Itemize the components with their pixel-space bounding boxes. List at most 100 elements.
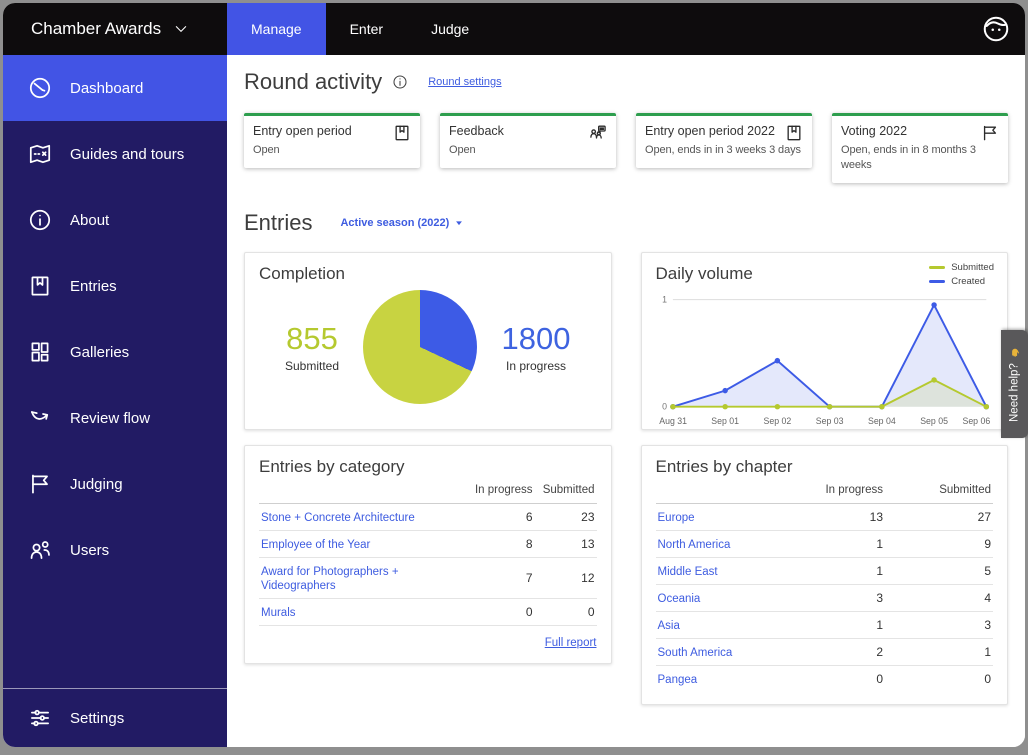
in-progress-value: 13	[777, 503, 885, 530]
chapter-link[interactable]: North America	[658, 539, 731, 551]
svg-text:Sep 04: Sep 04	[867, 416, 895, 426]
sidebar-item-users[interactable]: Users	[3, 517, 227, 583]
column-header-submitted: Submitted	[885, 479, 993, 504]
round-activity-title: Round activity	[244, 69, 382, 95]
top-tab-judge[interactable]: Judge	[407, 3, 493, 55]
round-activity-card[interactable]: Entry open period Open	[244, 113, 420, 168]
column-header-submitted: Submitted	[535, 479, 597, 504]
submitted-value: 12	[535, 557, 597, 598]
in-progress-value: 8	[473, 530, 535, 557]
in-progress-value: 1	[777, 611, 885, 638]
round-activity-card[interactable]: Voting 2022 Open, ends in in 8 months 3 w…	[832, 113, 1008, 183]
full-report-link[interactable]: Full report	[545, 637, 597, 649]
table-row: Stone + Concrete Architecture 623	[259, 503, 597, 530]
sidebar-item-about[interactable]: About	[3, 187, 227, 253]
category-table: In progress Submitted Stone + Concrete A…	[259, 479, 597, 626]
card-status: Open, ends in in 3 weeks 3 days	[645, 143, 803, 158]
in-progress-value: 6	[473, 503, 535, 530]
daily-volume-panel: Daily volume SubmittedCreated 01Aug 31Se…	[641, 252, 1009, 430]
chapter-link[interactable]: Pangea	[658, 674, 698, 686]
submitted-value: 9	[885, 530, 993, 557]
sidebar-item-judging[interactable]: Judging	[3, 451, 227, 517]
legend-item: Submitted	[929, 262, 994, 273]
card-status: Open, ends in in 8 months 3 weeks	[841, 143, 999, 173]
round-activity-header: Round activity Round settings	[244, 69, 1008, 95]
dashboard-icon	[27, 75, 53, 101]
submitted-label: Submitted	[285, 359, 339, 373]
chapter-link[interactable]: South America	[658, 647, 733, 659]
submitted-value: 27	[885, 503, 993, 530]
category-link[interactable]: Murals	[261, 607, 296, 619]
submitted-value: 5	[885, 557, 993, 584]
chapter-link[interactable]: Oceania	[658, 593, 701, 605]
need-help-label: Need help?	[1009, 364, 1021, 423]
category-link[interactable]: Stone + Concrete Architecture	[261, 512, 415, 524]
submitted-value: 23	[535, 503, 597, 530]
top-tab-manage[interactable]: Manage	[227, 3, 326, 55]
book-icon	[27, 273, 53, 299]
season-selector[interactable]: Active season (2022)	[340, 217, 464, 229]
chapter-link[interactable]: Middle East	[658, 566, 718, 578]
entries-title: Entries	[244, 210, 312, 236]
sidebar-item-dashboard[interactable]: Dashboard	[3, 55, 227, 121]
in-progress-count: 1800	[502, 321, 571, 357]
table-row: Employee of the Year813	[259, 530, 597, 557]
sidebar-item-review-flow[interactable]: Review flow	[3, 385, 227, 451]
table-row: Pangea00	[656, 665, 994, 692]
dashboard-grid: Completion 855 Submitted 1800 In progres…	[244, 252, 1008, 705]
table-cell-name: Asia	[656, 611, 778, 638]
completion-panel: Completion 855 Submitted 1800 In progres…	[244, 252, 612, 430]
brand-selector[interactable]: Chamber Awards	[3, 3, 227, 55]
table-row: North America19	[656, 530, 994, 557]
sidebar-item-label: Review flow	[70, 410, 150, 427]
in-progress-value: 0	[777, 665, 885, 692]
sidebar-item-settings[interactable]: Settings	[3, 689, 227, 747]
card-title: Entry open period	[253, 124, 411, 138]
submitted-value: 3	[885, 611, 993, 638]
table-row: South America21	[656, 638, 994, 665]
body-row: DashboardGuides and toursAboutEntriesGal…	[3, 55, 1025, 747]
category-link[interactable]: Award for Photographers + Videographers	[261, 566, 399, 592]
main-window: Chamber Awards ManageEnterJudge Dashboar…	[3, 3, 1025, 747]
legend-swatch	[929, 266, 945, 269]
entries-by-category-panel: Entries by category In progress Submitte…	[244, 445, 612, 664]
legend-label: Submitted	[951, 262, 994, 273]
category-link[interactable]: Employee of the Year	[261, 539, 370, 551]
avatar-icon	[981, 14, 1011, 44]
svg-text:Sep 01: Sep 01	[711, 416, 739, 426]
round-settings-link[interactable]: Round settings	[428, 76, 501, 88]
table-cell-name: South America	[656, 638, 778, 665]
sidebar-item-guides-and-tours[interactable]: Guides and tours	[3, 121, 227, 187]
chapter-table: In progress Submitted Europe1327North Am…	[656, 479, 994, 692]
top-tab-enter[interactable]: Enter	[326, 3, 407, 55]
settings-icon	[27, 705, 53, 731]
svg-text:1: 1	[662, 294, 667, 304]
round-activity-card[interactable]: Entry open period 2022Open, ends in in 3…	[636, 113, 812, 168]
info-circle-icon[interactable]	[392, 74, 408, 90]
map-icon	[27, 141, 53, 167]
chapter-link[interactable]: Europe	[658, 512, 695, 524]
user-avatar-button[interactable]	[981, 3, 1025, 55]
table-footer: Full report	[259, 626, 597, 651]
completion-body: 855 Submitted 1800 In progress	[259, 284, 597, 404]
topbar: Chamber Awards ManageEnterJudge	[3, 3, 1025, 55]
svg-text:Sep 06: Sep 06	[962, 416, 990, 426]
table-cell-name: Murals	[259, 598, 473, 625]
chart-legend: SubmittedCreated	[929, 262, 994, 287]
card-title: Voting 2022	[841, 124, 999, 138]
chapter-link[interactable]: Asia	[658, 620, 680, 632]
sidebar-item-entries[interactable]: Entries	[3, 253, 227, 319]
card-status: Open	[449, 143, 607, 158]
in-progress-value: 7	[473, 557, 535, 598]
round-activity-card[interactable]: FeedbackOpen	[440, 113, 616, 168]
table-cell-name: Oceania	[656, 584, 778, 611]
submitted-count: 855	[285, 321, 339, 357]
sidebar-item-label: Guides and tours	[70, 146, 184, 163]
sidebar-item-galleries[interactable]: Galleries	[3, 319, 227, 385]
users-icon	[27, 537, 53, 563]
need-help-tab[interactable]: Need help?	[1001, 330, 1028, 438]
svg-text:Sep 02: Sep 02	[763, 416, 791, 426]
card-status: Open	[253, 143, 411, 158]
caret-down-icon	[454, 218, 464, 228]
feedback-icon	[588, 123, 608, 143]
